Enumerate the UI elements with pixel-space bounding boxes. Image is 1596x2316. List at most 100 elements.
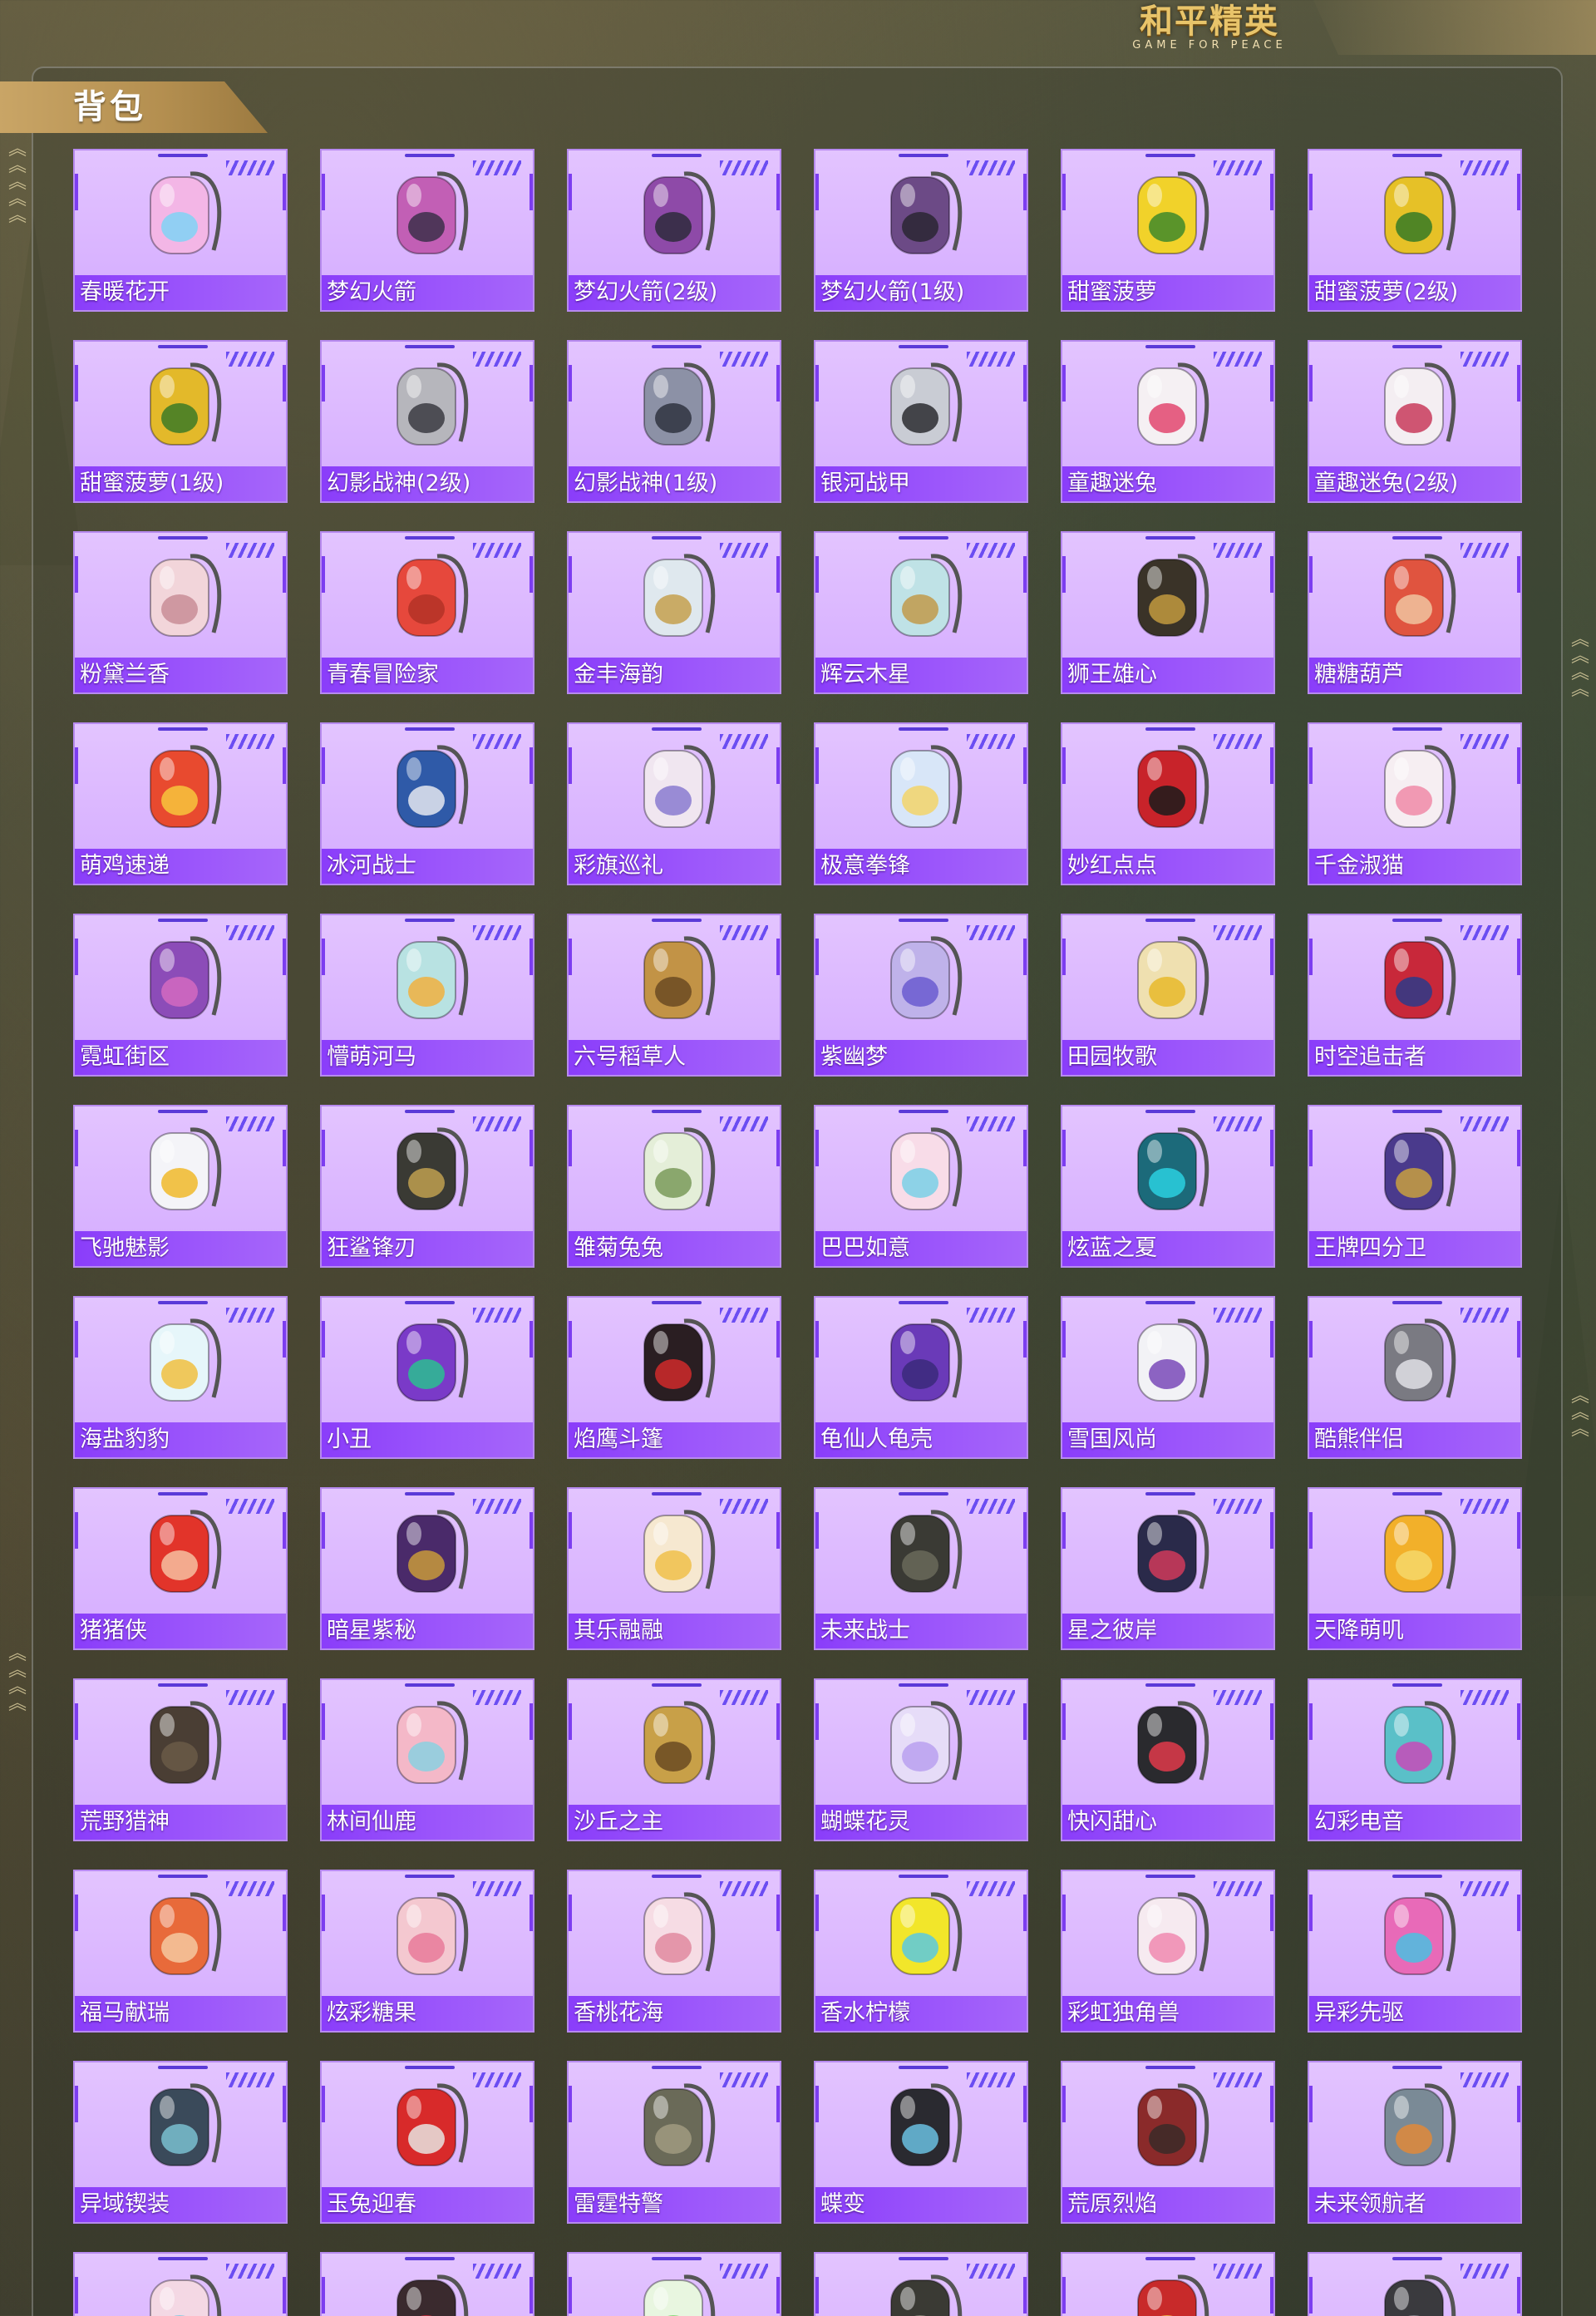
backpack-item-card[interactable]: 未来战士 [814,1487,1028,1650]
item-name: 小丑 [327,1427,372,1452]
item-name: 彩虹独角兽 [1067,2000,1180,2026]
backpack-item-card[interactable]: 紫幽梦 [814,914,1028,1077]
backpack-item-card[interactable]: 酷熊伴侣 [1308,1296,1522,1459]
backpack-item-card[interactable]: 时空追击者 [1308,914,1522,1077]
backpack-item-card[interactable]: 天降萌叽 [1308,1487,1522,1650]
card-top-accent [158,727,208,731]
card-top-accent [652,2257,702,2260]
card-top-accent [652,1301,702,1304]
card-top-accent [405,1301,455,1304]
card-top-accent [1392,919,1442,922]
card-top-accent [652,2066,702,2069]
backpack-item-card[interactable]: 林间仙鹿 [320,1678,534,1841]
backpack-item-card[interactable]: 炫彩糖果 [320,1870,534,2033]
backpack-item-card[interactable]: 甜蜜菠萝(2级) [1308,149,1522,312]
backpack-item-card[interactable]: 田园牧歌 [1061,914,1275,1077]
backpack-item-card[interactable]: 六号稻草人 [567,914,781,1077]
backpack-item-card[interactable]: 萌鸡速递 [73,722,288,885]
backpack-item-card[interactable]: 玉兔迎春 [320,2061,534,2224]
backpack-item-card[interactable]: 异域锲装 [73,2061,288,2224]
backpack-icon [643,745,716,828]
backpack-item-card[interactable]: 幻彩电音 [1308,1678,1522,1841]
backpack-item-card[interactable]: 梦幻火箭 [320,149,534,312]
item-name: 玉兔迎春 [327,2191,416,2217]
backpack-item-card[interactable]: 未来领航者 [1308,2061,1522,2224]
backpack-item-card[interactable]: 焰鹰斗篷 [567,1296,781,1459]
backpack-item-card[interactable]: 快闪甜心 [1061,1678,1275,1841]
backpack-item-card[interactable]: 粉黛兰香 [73,531,288,694]
card-top-accent [405,727,455,731]
backpack-icon [397,1127,469,1210]
rarity-stripes [1461,543,1509,558]
backpack-item-card[interactable] [320,2252,534,2316]
backpack-item-card[interactable]: 小丑 [320,1296,534,1459]
backpack-icon [643,1510,716,1593]
card-top-accent [1392,2066,1442,2069]
rarity-stripes [473,734,521,749]
backpack-item-card[interactable]: 巴巴如意 [814,1105,1028,1268]
backpack-item-card[interactable]: 福马献瑞 [73,1870,288,2033]
backpack-item-card[interactable]: 甜蜜菠萝(1级) [73,340,288,503]
backpack-item-card[interactable]: 猪猪侠 [73,1487,288,1650]
backpack-item-card[interactable]: 龟仙人龟壳 [814,1296,1028,1459]
backpack-item-card[interactable]: 海盐豹豹 [73,1296,288,1459]
backpack-item-card[interactable]: 童趣迷兔(2级) [1308,340,1522,503]
backpack-item-card[interactable]: 梦幻火箭(1级) [814,149,1028,312]
backpack-icon [643,554,716,637]
backpack-item-card[interactable]: 香水柠檬 [814,1870,1028,2033]
backpack-item-card[interactable]: 懵萌河马 [320,914,534,1077]
backpack-item-card[interactable]: 辉云木星 [814,531,1028,694]
backpack-item-card[interactable]: 飞驰魅影 [73,1105,288,1268]
backpack-item-card[interactable] [567,2252,781,2316]
card-top-accent [1145,1492,1195,1496]
backpack-item-card[interactable]: 香桃花海 [567,1870,781,2033]
backpack-item-card[interactable] [1308,2252,1522,2316]
backpack-item-card[interactable]: 甜蜜菠萝 [1061,149,1275,312]
backpack-item-card[interactable]: 春暖花开 [73,149,288,312]
backpack-item-card[interactable]: 雏菊兔兔 [567,1105,781,1268]
backpack-item-card[interactable]: 异彩先驱 [1308,1870,1522,2033]
backpack-item-card[interactable]: 霓虹街区 [73,914,288,1077]
backpack-item-card[interactable]: 彩虹独角兽 [1061,1870,1275,2033]
backpack-item-card[interactable] [73,2252,288,2316]
backpack-item-card[interactable]: 荒原烈焰 [1061,2061,1275,2224]
backpack-item-card[interactable]: 青春冒险家 [320,531,534,694]
rarity-stripes [226,543,274,558]
backpack-item-card[interactable]: 彩旗巡礼 [567,722,781,885]
rarity-stripes [1461,1690,1509,1705]
backpack-item-card[interactable]: 狮王雄心 [1061,531,1275,694]
rarity-stripes [720,352,768,367]
backpack-item-card[interactable]: 荒野猎神 [73,1678,288,1841]
backpack-item-card[interactable]: 炫蓝之夏 [1061,1105,1275,1268]
backpack-item-card[interactable]: 梦幻火箭(2级) [567,149,781,312]
backpack-item-card[interactable]: 金丰海韵 [567,531,781,694]
backpack-item-card[interactable]: 童趣迷兔 [1061,340,1275,503]
backpack-item-card[interactable]: 极意拳锋 [814,722,1028,885]
backpack-item-card[interactable]: 其乐融融 [567,1487,781,1650]
backpack-item-card[interactable] [1061,2252,1275,2316]
backpack-item-card[interactable]: 蝶变 [814,2061,1028,2224]
backpack-item-card[interactable]: 王牌四分卫 [1308,1105,1522,1268]
backpack-item-card[interactable]: 蝴蝶花灵 [814,1678,1028,1841]
backpack-item-card[interactable]: 妙红点点 [1061,722,1275,885]
backpack-item-card[interactable]: 雪国风尚 [1061,1296,1275,1459]
backpack-item-card[interactable]: 沙丘之主 [567,1678,781,1841]
card-top-accent [1145,2257,1195,2260]
backpack-item-card[interactable]: 暗星紫秘 [320,1487,534,1650]
backpack-item-card[interactable]: 幻影战神(2级) [320,340,534,503]
backpack-item-card[interactable]: 冰河战士 [320,722,534,885]
rarity-stripes [720,1116,768,1131]
item-name: 懵萌河马 [327,1044,416,1070]
backpack-icon [890,1701,963,1784]
backpack-item-card[interactable]: 狂鲨锋刃 [320,1105,534,1268]
backpack-item-card[interactable]: 星之彼岸 [1061,1487,1275,1650]
backpack-icon [397,362,469,446]
backpack-item-card[interactable]: 千金淑猫 [1308,722,1522,885]
card-top-accent [1145,1301,1195,1304]
backpack-item-card[interactable] [814,2252,1028,2316]
backpack-item-card[interactable]: 雷霆特警 [567,2061,781,2224]
backpack-icon [150,745,222,828]
backpack-item-card[interactable]: 幻影战神(1级) [567,340,781,503]
backpack-item-card[interactable]: 银河战甲 [814,340,1028,503]
backpack-item-card[interactable]: 糖糖葫芦 [1308,531,1522,694]
